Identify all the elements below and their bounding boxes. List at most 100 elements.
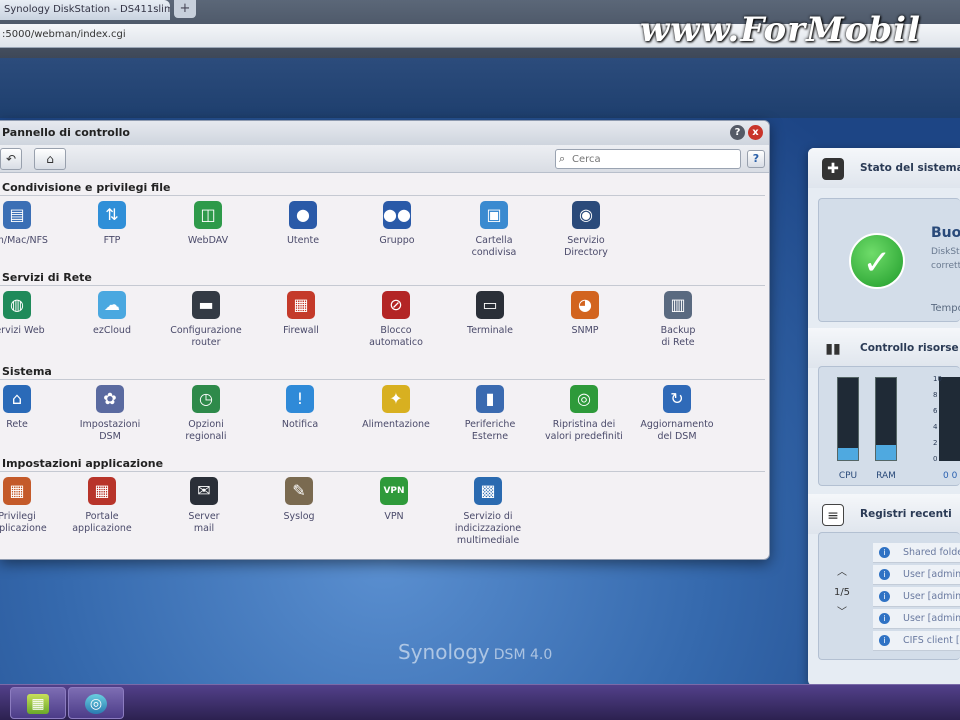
recent-logs-title: Registri recenti (860, 508, 952, 520)
panel-item-label: Opzioni regionali (185, 419, 227, 442)
info-icon: i (879, 547, 890, 558)
log-text: User [admin] (903, 569, 960, 580)
log-row[interactable]: i User [admin] (873, 565, 960, 585)
window-close-button[interactable]: x (748, 125, 763, 140)
system-status-box: ✓ Buono DiskSt... corrett... Tempo (818, 198, 960, 322)
notification-icon: ! (286, 385, 314, 413)
panel-item[interactable]: ▥ Backup di Rete (633, 291, 723, 349)
panel-item[interactable]: ● Utente (258, 201, 348, 247)
panel-item[interactable]: ▦ Privilegi applicazione (0, 477, 62, 535)
log-prev-button[interactable]: ︿ (827, 563, 857, 578)
panel-item[interactable]: ▮ Periferiche Esterne (445, 385, 535, 443)
dsm-update-icon: ↻ (663, 385, 691, 413)
cpu-bar (837, 377, 859, 461)
section-title: Servizi di Rete (2, 271, 92, 284)
panel-item[interactable]: ◉ Servizio Directory (541, 201, 631, 259)
chart-tick-label: 0 (933, 455, 938, 463)
panel-item-label: Privilegi applicazione (0, 511, 47, 534)
panel-item[interactable]: ⌂ Rete (0, 385, 62, 431)
panel-item[interactable]: ▦ Portale applicazione (57, 477, 147, 535)
panel-item[interactable]: ✎ Syslog (254, 477, 344, 523)
search-box[interactable]: ⌕ (555, 149, 741, 169)
section-title: Condivisione e privilegi file (2, 181, 171, 194)
resource-monitor-header[interactable]: ▮▮ Controllo risorse (808, 328, 960, 368)
panel-item-label: WebDAV (187, 235, 229, 246)
network-chart-area (939, 377, 960, 461)
browser-tab[interactable]: Synology DiskStation - DS411slim (0, 0, 170, 20)
panel-item[interactable]: ◫ WebDAV (163, 201, 253, 247)
panel-item-label: Backup di Rete (660, 325, 696, 348)
ram-bar-fill (876, 445, 896, 460)
panel-item[interactable]: VPN VPN (349, 477, 439, 523)
network-share-icon: ▤ (3, 201, 31, 229)
app-portal-icon: ▦ (88, 477, 116, 505)
panel-item-label: Firewall (283, 325, 319, 336)
panel-item-label: Portale applicazione (72, 511, 132, 534)
panel-item[interactable]: ●● Gruppo (352, 201, 442, 247)
panel-item-label: Servizio di indicizzazione multimediale (454, 511, 522, 546)
taskbar-main-menu-button[interactable]: ▦ (10, 687, 66, 719)
panel-item[interactable]: ↻ Aggiornamento del DSM (632, 385, 722, 443)
shield-icon: ✚ (822, 158, 844, 180)
recent-logs-box: ︿ 1/5 ﹀ i Shared folder i User [admin] i User… (818, 532, 960, 660)
panel-item-label: Terminale (467, 325, 513, 336)
panel-item-label: Cartella condivisa (471, 235, 517, 258)
log-row[interactable]: i CIFS client [... (873, 631, 960, 651)
panel-item[interactable]: ◷ Opzioni regionali (161, 385, 251, 443)
recent-logs-header[interactable]: ≡ Registri recenti (808, 494, 960, 534)
system-status-header[interactable]: ✚ Stato del sistema (808, 148, 960, 188)
ftp-icon: ⇅ (98, 201, 126, 229)
panel-item[interactable]: ✿ Impostazioni DSM (65, 385, 155, 443)
panel-item[interactable]: ▦ Firewall (256, 291, 346, 337)
panel-item[interactable]: ⊘ Blocco automatico (351, 291, 441, 349)
back-button[interactable]: ↶ (0, 148, 22, 170)
panel-item-label: Win/Mac/NFS (0, 235, 48, 246)
desktop-header-band (0, 58, 960, 118)
external-devices-icon: ▮ (476, 385, 504, 413)
panel-item-label: Servizio Directory (564, 235, 608, 258)
taskbar-control-panel-button[interactable]: ◎ (68, 687, 124, 719)
info-icon: i (879, 613, 890, 624)
panel-item-label: FTP (103, 235, 121, 246)
panel-item[interactable]: ✦ Alimentazione (351, 385, 441, 431)
panel-item[interactable]: ▭ Terminale (445, 291, 535, 337)
system-status-title: Stato del sistema (860, 162, 960, 174)
app-privileges-icon: ▦ (3, 477, 31, 505)
home-button[interactable]: ⌂ (34, 148, 66, 170)
chart-tick-label: 4 (933, 423, 938, 431)
chart-tick-label: 10 (933, 375, 942, 383)
media-index-icon: ▩ (474, 477, 502, 505)
search-input[interactable] (572, 152, 737, 166)
taskbar: ▦ ◎ (0, 684, 960, 720)
panel-item[interactable]: ◕ SNMP (540, 291, 630, 337)
panel-item[interactable]: ◎ Ripristina dei valori predefiniti (539, 385, 629, 443)
new-tab-button[interactable]: + (174, 0, 196, 18)
panel-item[interactable]: ▣ Cartella condivisa (449, 201, 539, 259)
log-next-button[interactable]: ﹀ (827, 603, 857, 618)
panel-item[interactable]: ▤ Win/Mac/NFS (0, 201, 62, 247)
status-time-label: Tempo (931, 303, 960, 314)
search-help-button[interactable]: ? (747, 150, 765, 168)
log-row[interactable]: i User [admin] (873, 609, 960, 629)
panel-item[interactable]: ▩ Servizio di indicizzazione multimediale (443, 477, 533, 547)
panel-item[interactable]: ▬ Configurazione router (161, 291, 251, 349)
log-row[interactable]: i Shared folder (873, 543, 960, 563)
panel-item-label: Aggiornamento del DSM (640, 419, 714, 442)
panel-item-label: ezCloud (93, 325, 131, 336)
address-url[interactable]: :5000/webman/index.cgi (2, 29, 126, 40)
panel-item[interactable]: ✉ Server mail (159, 477, 249, 535)
panel-item[interactable]: ☁ ezCloud (67, 291, 157, 337)
panel-item[interactable]: ◍ Servizi Web (0, 291, 62, 337)
status-text: Buono (931, 225, 960, 241)
window-help-button[interactable]: ? (730, 125, 745, 140)
log-row[interactable]: i User [admin] (873, 587, 960, 607)
window-titlebar[interactable]: Pannello di controllo ? x (0, 121, 769, 145)
section-divider (0, 285, 765, 286)
panel-item[interactable]: ⇅ FTP (67, 201, 157, 247)
section-divider (0, 195, 765, 196)
chart-tick-label: 6 (933, 407, 938, 415)
vpn-icon: VPN (380, 477, 408, 505)
search-icon: ⌕ (559, 152, 566, 165)
panel-item[interactable]: ! Notifica (255, 385, 345, 431)
panel-item-label: Notifica (281, 419, 319, 430)
